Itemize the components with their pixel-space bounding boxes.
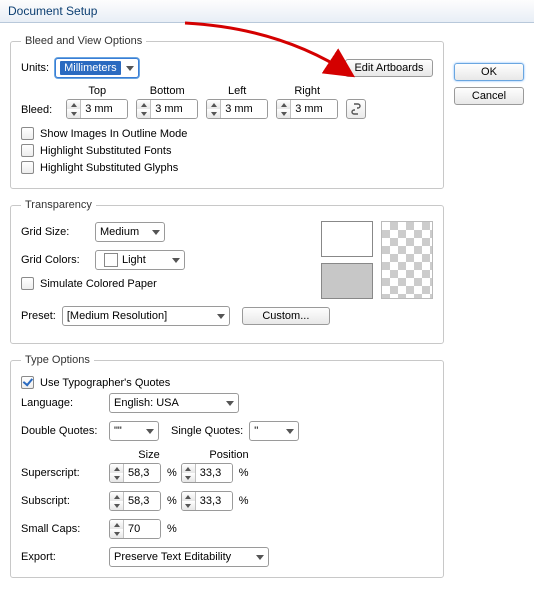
smallcaps-input[interactable]: [109, 519, 161, 539]
color-chip-icon: [104, 253, 118, 267]
export-label: Export:: [21, 551, 109, 563]
bleed-label: Bleed:: [21, 104, 52, 116]
size-header: Size: [109, 449, 189, 461]
grid-size-select[interactable]: Medium: [95, 222, 165, 242]
swatch-gray[interactable]: [321, 263, 373, 299]
single-quotes-label: Single Quotes:: [171, 425, 243, 437]
position-header: Position: [189, 449, 269, 461]
chevron-down-icon: [146, 429, 154, 434]
highlight-glyphs-checkbox[interactable]: [21, 161, 34, 174]
ok-button[interactable]: OK: [454, 63, 524, 81]
chevron-down-icon: [217, 314, 225, 319]
typographers-checkbox[interactable]: [21, 376, 34, 389]
language-select[interactable]: English: USA: [109, 393, 239, 413]
stepper-up-icon[interactable]: [67, 100, 80, 109]
transparency-group: Transparency Grid Size: Medium Grid Colo…: [10, 199, 444, 344]
grid-colors-select[interactable]: Light: [95, 250, 185, 270]
units-select[interactable]: Millimeters: [55, 58, 139, 78]
bleed-group: Bleed and View Options Units: Millimeter…: [10, 35, 444, 189]
chevron-down-icon: [286, 429, 294, 434]
stepper-down-icon[interactable]: [67, 109, 80, 118]
transparency-legend: Transparency: [21, 199, 96, 211]
bleed-left-input[interactable]: [206, 99, 268, 119]
superscript-size-input[interactable]: [109, 463, 161, 483]
subscript-size-input[interactable]: [109, 491, 161, 511]
bleed-top-label: Top: [88, 85, 106, 97]
simulate-paper-checkbox[interactable]: [21, 277, 34, 290]
custom-button[interactable]: Custom...: [242, 307, 330, 325]
bleed-bottom-label: Bottom: [150, 85, 185, 97]
double-quotes-label: Double Quotes:: [21, 425, 109, 437]
outline-mode-checkbox[interactable]: [21, 127, 34, 140]
units-label: Units:: [21, 62, 49, 74]
chevron-down-icon: [152, 230, 160, 235]
cancel-button[interactable]: Cancel: [454, 87, 524, 105]
single-quotes-select[interactable]: '': [249, 421, 299, 441]
language-label: Language:: [21, 397, 109, 409]
link-icon: [351, 103, 361, 115]
bleed-top-input[interactable]: [66, 99, 128, 119]
transparency-preview: [381, 221, 433, 299]
titlebar: Document Setup: [0, 0, 534, 23]
chevron-down-icon: [256, 555, 264, 560]
dialog-title: Document Setup: [8, 4, 97, 18]
highlight-fonts-checkbox[interactable]: [21, 144, 34, 157]
bleed-right-label: Right: [294, 85, 320, 97]
simulate-paper-label: Simulate Colored Paper: [40, 278, 157, 290]
grid-colors-label: Grid Colors:: [21, 254, 89, 266]
edit-artboards-button[interactable]: Edit Artboards: [345, 59, 433, 77]
bleed-right-input[interactable]: [276, 99, 338, 119]
export-select[interactable]: Preserve Text Editability: [109, 547, 269, 567]
highlight-glyphs-label: Highlight Substituted Glyphs: [40, 162, 178, 174]
subscript-label: Subscript:: [21, 495, 109, 507]
superscript-pos-input[interactable]: [181, 463, 233, 483]
preset-select[interactable]: [Medium Resolution]: [62, 306, 230, 326]
chevron-down-icon: [226, 401, 234, 406]
outline-mode-label: Show Images In Outline Mode: [40, 128, 187, 140]
grid-size-label: Grid Size:: [21, 226, 89, 238]
typographers-label: Use Typographer's Quotes: [40, 377, 170, 389]
chevron-down-icon: [126, 66, 134, 71]
swatch-white[interactable]: [321, 221, 373, 257]
type-group: Type Options Use Typographer's Quotes La…: [10, 354, 444, 578]
superscript-label: Superscript:: [21, 467, 109, 479]
subscript-pos-input[interactable]: [181, 491, 233, 511]
preset-label: Preset:: [21, 310, 56, 322]
chevron-down-icon: [172, 258, 180, 263]
bleed-left-label: Left: [228, 85, 246, 97]
bleed-legend: Bleed and View Options: [21, 35, 146, 47]
highlight-fonts-label: Highlight Substituted Fonts: [40, 145, 171, 157]
double-quotes-select[interactable]: "": [109, 421, 159, 441]
bleed-bottom-input[interactable]: [136, 99, 198, 119]
type-legend: Type Options: [21, 354, 94, 366]
smallcaps-label: Small Caps:: [21, 523, 109, 535]
link-bleed-button[interactable]: [346, 99, 366, 119]
